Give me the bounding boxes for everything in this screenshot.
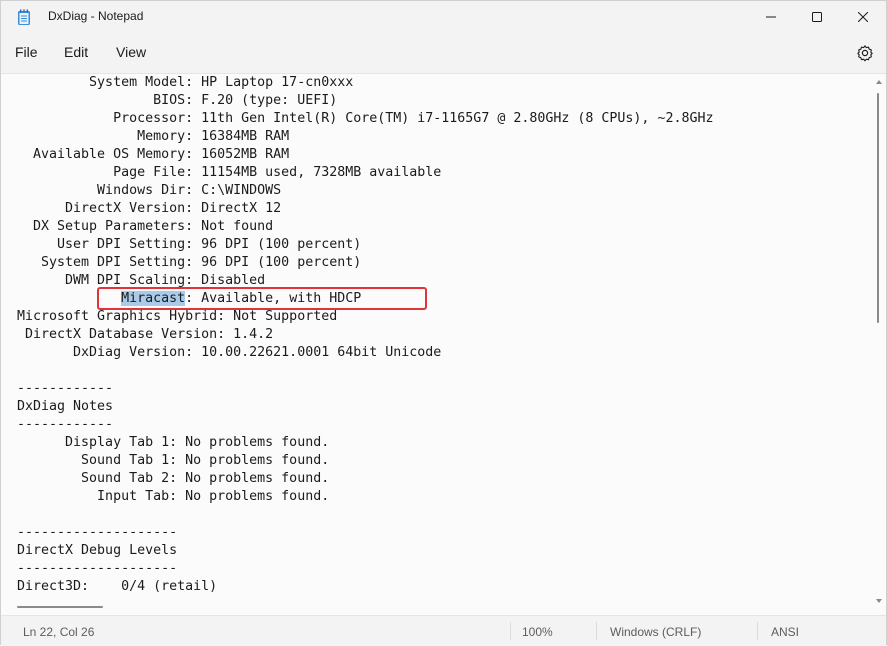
editor-line: DxDiag Notes: [17, 399, 114, 414]
close-button[interactable]: [840, 1, 886, 33]
status-divider: [757, 622, 758, 640]
minimize-icon: [766, 16, 776, 18]
horizontal-scrollbar-thumb[interactable]: [17, 606, 103, 608]
editor-line: DirectX Database Version: 1.4.2: [17, 327, 274, 342]
menu-file[interactable]: File: [15, 44, 38, 60]
editor-line: Memory: 16384MB RAM: [17, 129, 290, 144]
editor-line: Display Tab 1: No problems found.: [17, 435, 330, 450]
scroll-down-arrow-icon[interactable]: [876, 599, 882, 603]
editor-line: --------------------: [17, 561, 178, 576]
menu-bar: File Edit View: [1, 33, 886, 73]
editor-line: Page File: 11154MB used, 7328MB availabl…: [17, 165, 442, 180]
editor-line: Sound Tab 2: No problems found.: [17, 471, 330, 486]
editor-line: Sound Tab 1: No problems found.: [17, 453, 330, 468]
editor-line: DirectX Version: DirectX 12: [17, 201, 282, 216]
editor-line: Input Tab: No problems found.: [17, 489, 330, 504]
editor-line: Available OS Memory: 16052MB RAM: [17, 147, 290, 162]
line-ending: Windows (CRLF): [610, 625, 702, 639]
editor-line: Microsoft Graphics Hybrid: Not Supported: [17, 309, 338, 324]
editor-line: DirectX Debug Levels: [17, 543, 178, 558]
editor-line: --------------------: [17, 525, 178, 540]
editor-line: Windows Dir: C:\WINDOWS: [17, 183, 282, 198]
minimize-button[interactable]: [748, 1, 794, 33]
editor-lines-top: System Model: HP Laptop 17-cn0xxx BIOS: …: [17, 74, 713, 596]
title-bar[interactable]: DxDiag - Notepad: [1, 1, 886, 33]
status-bar: Ln 22, Col 26 100% Windows (CRLF) ANSI: [1, 615, 886, 646]
selected-text: Miracast: [121, 291, 186, 306]
editor-line: DxDiag Version: 10.00.22621.0001 64bit U…: [17, 345, 442, 360]
menu-edit[interactable]: Edit: [64, 44, 88, 60]
scroll-up-arrow-icon[interactable]: [876, 80, 882, 84]
vertical-scrollbar-thumb[interactable]: [877, 93, 879, 323]
maximize-button[interactable]: [794, 1, 840, 33]
editor-line: User DPI Setting: 96 DPI (100 percent): [17, 237, 362, 252]
editor-line: Direct3D: 0/4 (retail): [17, 579, 218, 594]
settings-gear-icon[interactable]: [856, 44, 874, 62]
editor-line: System Model: HP Laptop 17-cn0xxx: [17, 75, 354, 90]
editor-line: DX Setup Parameters: Not found: [17, 219, 274, 234]
maximize-icon: [812, 12, 822, 22]
editor-line: System DPI Setting: 96 DPI (100 percent): [17, 255, 362, 270]
miracast-line: Miracast: Available, with HDCP: [17, 290, 361, 308]
notepad-window: DxDiag - Notepad File Edit View System M…: [0, 0, 887, 646]
encoding: ANSI: [771, 625, 800, 639]
status-divider: [596, 622, 597, 640]
editor-line: ------------: [17, 381, 114, 396]
miracast-prefix: [17, 291, 121, 306]
menu-view[interactable]: View: [116, 44, 146, 60]
miracast-value: : Available, with HDCP: [185, 291, 362, 306]
close-icon: [858, 12, 868, 22]
status-divider: [510, 622, 511, 640]
editor-line: BIOS: F.20 (type: UEFI): [17, 93, 338, 108]
editor-line: Processor: 11th Gen Intel(R) Core(TM) i7…: [17, 111, 714, 126]
notepad-app-icon: [18, 9, 30, 25]
window-title: DxDiag - Notepad: [48, 9, 144, 23]
text-editor[interactable]: System Model: HP Laptop 17-cn0xxx BIOS: …: [1, 73, 886, 615]
cursor-position: Ln 22, Col 26: [23, 625, 95, 639]
zoom-level: 100%: [522, 625, 553, 639]
editor-line: ------------: [17, 417, 114, 432]
